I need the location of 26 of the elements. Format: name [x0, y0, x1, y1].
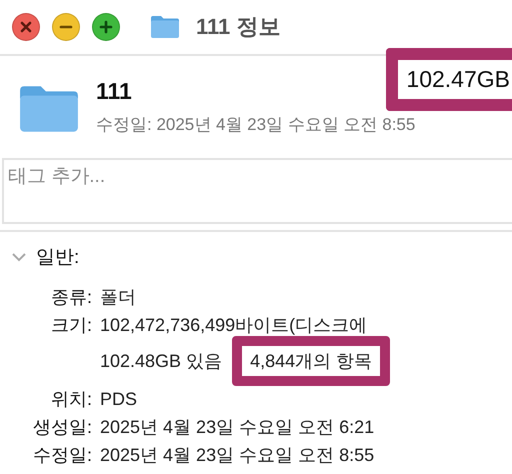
general-section-toggle[interactable]: 일반:: [12, 244, 80, 270]
modified-date: 수정일: 2025년 4월 23일 수요일 오전 8:55: [96, 114, 416, 136]
minimize-button[interactable]: [52, 13, 80, 41]
tags-field[interactable]: 태그 추가...: [2, 158, 512, 224]
plus-icon: [99, 20, 113, 34]
info-value: PDS: [100, 388, 138, 410]
info-value: 2025년 4월 23일 수요일 오전 8:55: [100, 444, 374, 466]
info-label: 생성일:: [32, 416, 92, 438]
file-size: 102.47GB: [386, 48, 512, 111]
info-label: 위치:: [50, 388, 92, 410]
info-value: 2025년 4월 23일 수요일 오전 6:21: [100, 416, 374, 438]
window-title: 111 정보: [196, 13, 280, 41]
close-button[interactable]: [12, 13, 40, 41]
folder-icon: [150, 15, 180, 39]
info-label: 크기:: [50, 314, 92, 336]
info-value: 폴더: [100, 286, 136, 308]
item-count: 4,844개의 항목: [232, 336, 390, 386]
close-icon: [19, 20, 33, 34]
file-name: 111: [96, 78, 132, 105]
info-label: 종류:: [50, 286, 92, 308]
info-label: 수정일:: [32, 444, 92, 466]
folder-icon: [18, 84, 80, 134]
info-value: 102.48GB 있음: [100, 350, 222, 372]
zoom-button[interactable]: [92, 13, 120, 41]
info-value: 102,472,736,499바이트(디스크에: [100, 314, 368, 336]
chevron-icon: [12, 252, 26, 262]
